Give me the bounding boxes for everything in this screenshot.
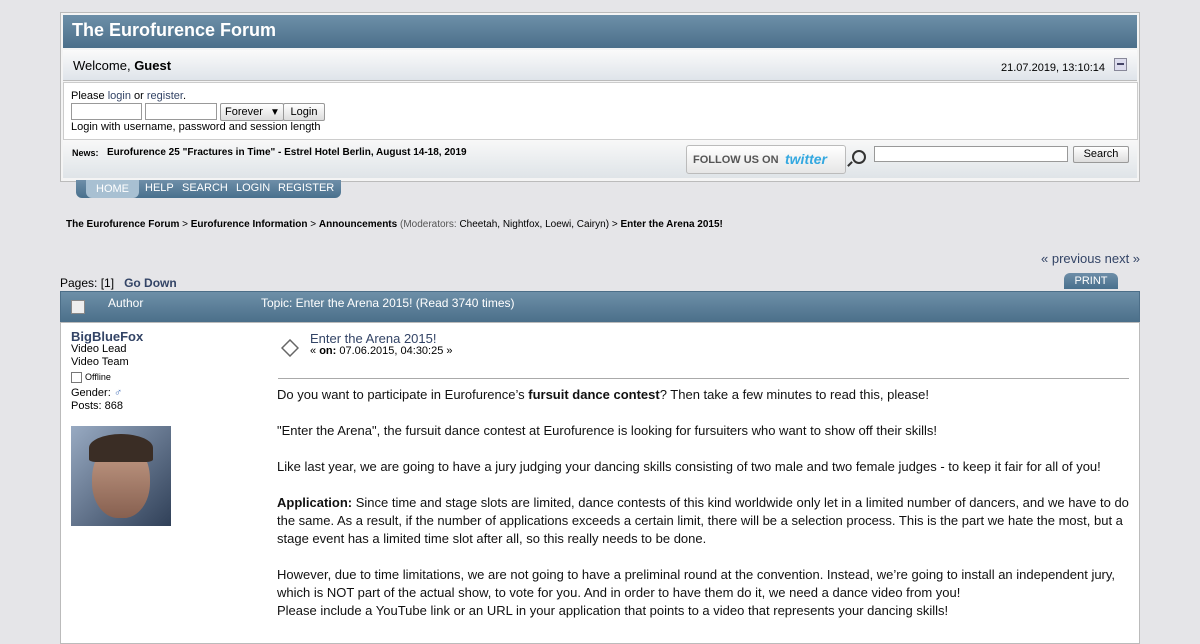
login-button[interactable]: Login xyxy=(283,103,325,121)
topic-title: Topic: Enter the Arena 2015! (Read 3740 … xyxy=(261,296,515,310)
login-hint: Login with username, password and sessio… xyxy=(71,121,321,133)
breadcrumb-forum[interactable]: The Eurofurence Forum xyxy=(66,219,179,230)
body-p1-bold: fursuit dance contest xyxy=(528,387,660,402)
avatar-hair xyxy=(89,434,153,462)
session-length-select[interactable]: Forever ▼ xyxy=(220,103,284,121)
body-paragraph-6: Please include a YouTube link or an URL … xyxy=(277,603,949,618)
post-body: Do you want to participate in Eurofurenc… xyxy=(277,386,1137,638)
breadcrumb-announcements[interactable]: Announcements xyxy=(319,219,397,230)
go-down-link[interactable]: Go Down xyxy=(124,276,177,290)
poster-team: Video Team xyxy=(71,356,129,368)
breadcrumb-topic[interactable]: Enter the Arena 2015! xyxy=(620,219,722,230)
twitter-follow-label: FOLLOW US ON xyxy=(693,154,779,166)
breadcrumb-information[interactable]: Eurofurence Information xyxy=(191,219,308,230)
news-text: Eurofurence 25 "Fractures in Time" - Est… xyxy=(107,147,467,158)
topic-navigation: « previous next » xyxy=(1041,251,1140,266)
menu-login[interactable]: LOGIN xyxy=(236,182,270,194)
moderators-close: ) xyxy=(605,219,610,230)
search-input[interactable] xyxy=(874,146,1068,162)
body-p4-text: Since time and stage slots are limited, … xyxy=(277,495,1129,546)
pages-label: Pages: [1] xyxy=(60,276,115,290)
menu-home[interactable]: HOME xyxy=(86,180,139,198)
body-p1-text: Do you want to participate in Eurofurenc… xyxy=(277,387,529,402)
datetime: 21.07.2019, 13:10:14 xyxy=(1001,62,1105,74)
period-text: . xyxy=(182,90,186,102)
forum-title[interactable]: The Eurofurence Forum xyxy=(72,20,276,41)
body-paragraph-3: Like last year, we are going to have a j… xyxy=(277,459,1101,474)
main-menu: HOME HELP SEARCH LOGIN REGISTER xyxy=(76,180,341,198)
welcome-text: Welcome, Guest xyxy=(73,58,171,73)
offline-icon xyxy=(71,371,82,383)
moderators-label: (Moderators: xyxy=(399,219,457,230)
collapse-icon[interactable] xyxy=(1114,58,1127,71)
password-input[interactable] xyxy=(145,103,217,120)
moderator-loewi[interactable]: Loewi xyxy=(545,219,571,230)
chevron-down-icon: ▼ xyxy=(269,107,280,118)
application-label: Application: xyxy=(277,495,353,510)
body-p1-end: ? Then take a few minutes to read this, … xyxy=(659,387,930,402)
login-link[interactable]: login xyxy=(108,90,131,102)
news-label: News: xyxy=(72,148,99,158)
next-link[interactable]: next » xyxy=(1105,251,1140,266)
poster-status: Offline xyxy=(71,371,143,384)
poster-posts: Posts: 868 xyxy=(71,400,123,412)
moderator-cheetah[interactable]: Cheetah xyxy=(459,219,497,230)
topic-icon xyxy=(71,300,85,314)
topic-header xyxy=(60,291,1140,323)
welcome-prefix: Welcome, xyxy=(73,58,131,73)
poster-name[interactable]: BigBlueFox xyxy=(71,330,143,343)
menu-search[interactable]: SEARCH xyxy=(182,182,228,194)
offline-label: Offline xyxy=(85,372,111,382)
avatar xyxy=(71,426,171,526)
date-value: 07.06.2015, 04:30:25 » xyxy=(339,345,453,357)
breadcrumb-separator: > xyxy=(310,219,317,230)
author-column-label: Author xyxy=(108,296,144,310)
gender-label: Gender: xyxy=(71,387,111,399)
username-input[interactable] xyxy=(71,103,142,120)
welcome-bar xyxy=(63,50,1137,81)
body-paragraph-4: Application: Since time and stage slots … xyxy=(277,494,1137,548)
login-prompt: Please login or register. xyxy=(71,90,186,102)
previous-link[interactable]: « previous xyxy=(1041,251,1101,266)
post-divider xyxy=(278,378,1129,379)
message-icon xyxy=(281,339,299,357)
male-icon: ♂ xyxy=(113,387,123,399)
session-length-value: Forever xyxy=(225,106,263,118)
register-link[interactable]: register xyxy=(147,90,183,102)
search-icon xyxy=(852,150,866,164)
moderator-nightfox[interactable]: Nightfox xyxy=(503,219,540,230)
moderator-cairyn[interactable]: Cairyn xyxy=(577,219,606,230)
date-on-label: on: xyxy=(319,345,337,357)
welcome-user: Guest xyxy=(134,58,172,73)
please-text: Please xyxy=(71,90,105,102)
print-button[interactable]: PRINT xyxy=(1064,273,1118,289)
body-paragraph-2: "Enter the Arena", the fursuit dance con… xyxy=(277,423,938,438)
breadcrumb: The Eurofurence Forum > Eurofurence Info… xyxy=(66,219,723,230)
body-paragraph-5: However, due to time limitations, we are… xyxy=(277,567,1116,600)
poster-info: BigBlueFox Video Lead Video Team Offline… xyxy=(71,330,143,413)
or-text: or xyxy=(134,90,144,102)
poster-role: Video Lead xyxy=(71,343,127,355)
post-title[interactable]: Enter the Arena 2015! xyxy=(310,331,436,346)
date-prefix: « xyxy=(310,345,317,357)
breadcrumb-separator: > xyxy=(182,219,188,230)
twitter-logo: twitter xyxy=(785,151,827,167)
menu-register[interactable]: REGISTER xyxy=(278,182,334,194)
poster-gender: Gender: ♂ xyxy=(71,387,143,400)
twitter-follow-button[interactable]: FOLLOW US ON twitter xyxy=(686,145,846,174)
body-paragraph-1: Do you want to participate in Eurofurenc… xyxy=(277,386,1137,404)
search-button[interactable]: Search xyxy=(1073,146,1129,163)
menu-help[interactable]: HELP xyxy=(145,182,174,194)
pagination: Pages: [1] Go Down xyxy=(60,276,177,290)
post-date: « on: 07.06.2015, 04:30:25 » xyxy=(310,345,453,357)
breadcrumb-separator: > xyxy=(611,219,618,230)
